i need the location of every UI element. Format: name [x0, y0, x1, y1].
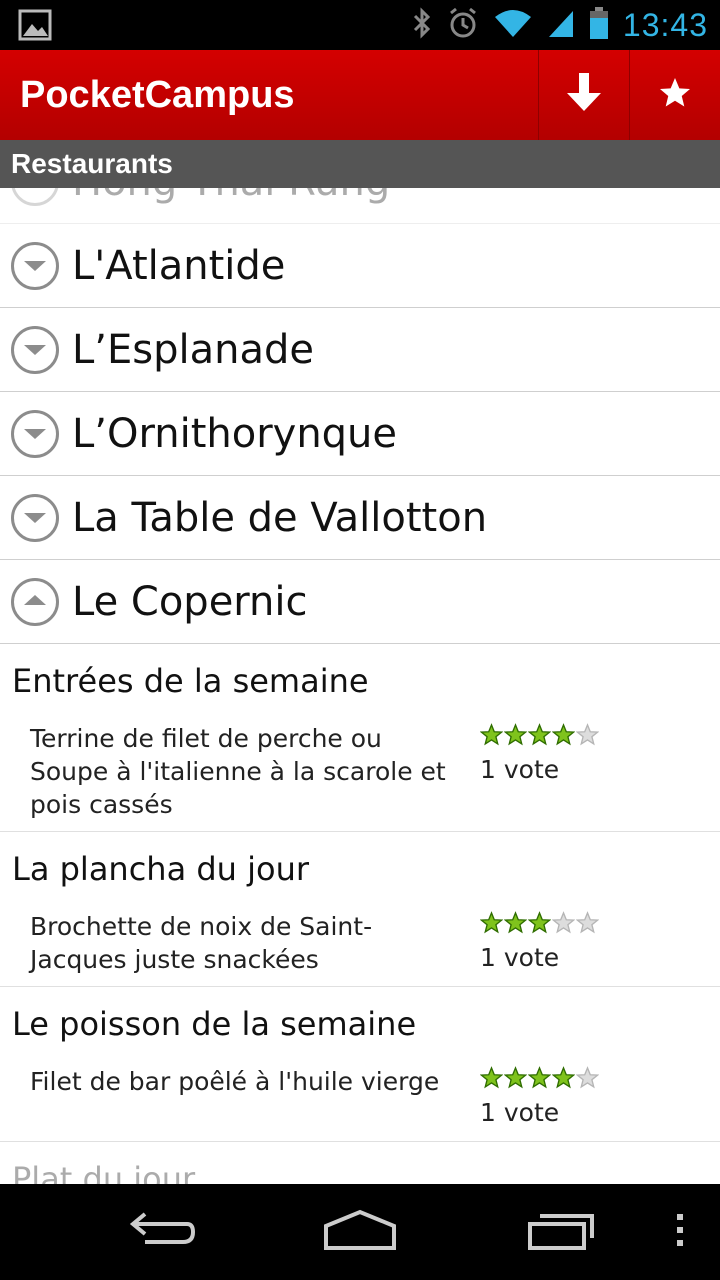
star-filled-icon [504, 1066, 527, 1089]
restaurant-name: L’Esplanade [72, 327, 314, 373]
star-filled-icon [504, 723, 527, 746]
rating-stars [480, 911, 599, 937]
dish-category: Le poisson de la semaine [12, 1005, 417, 1043]
collapse-toggle-icon [11, 578, 59, 626]
dish-category: Plat du jour [12, 1160, 196, 1184]
download-arrow-icon [564, 71, 604, 119]
dish-description: Terrine de filet de perche ou Soupe à l'… [30, 724, 446, 819]
download-button[interactable] [538, 50, 629, 140]
back-icon [125, 1210, 196, 1254]
restaurant-name: Hong Thaï Rung [72, 188, 390, 224]
restaurant-name: Le Copernic [72, 579, 308, 625]
expand-toggle-icon [11, 188, 59, 206]
picture-notification-icon [18, 9, 52, 45]
section-header: Restaurants [0, 140, 720, 188]
home-icon [322, 1208, 398, 1256]
dish-item[interactable]: Entrées de la semaine Terrine de filet d… [0, 644, 720, 832]
star-filled-icon [552, 723, 575, 746]
vote-count: 1 vote [480, 1098, 560, 1127]
star-filled-icon [504, 911, 527, 934]
star-empty-icon [576, 911, 599, 934]
star-empty-icon [552, 911, 575, 934]
star-filled-icon [480, 911, 503, 934]
restaurant-name: La Table de Vallotton [72, 495, 488, 541]
favorite-button[interactable] [629, 50, 720, 140]
restaurant-name: L’Ornithorynque [72, 411, 398, 457]
star-filled-icon [552, 1066, 575, 1089]
star-filled-icon [528, 911, 551, 934]
restaurant-row[interactable]: L’Esplanade [0, 308, 720, 392]
restaurant-row[interactable]: L’Ornithorynque [0, 392, 720, 476]
clock: 13:43 [622, 6, 708, 43]
dish-description: Brochette de noix de Saint-Jacques juste… [30, 912, 373, 974]
restaurant-row[interactable]: L'Atlantide [0, 224, 720, 308]
dish-item[interactable]: Plat du jour [0, 1142, 720, 1184]
rating-stars [480, 1066, 599, 1092]
overflow-menu-icon [675, 1212, 685, 1252]
rating-stars [480, 723, 599, 749]
dish-rating[interactable]: 1 vote [480, 723, 599, 784]
dish-category: La plancha du jour [12, 850, 310, 888]
star-empty-icon [576, 723, 599, 746]
navigation-bar [0, 1184, 720, 1280]
dish-item[interactable]: Le poisson de la semaine Filet de bar po… [0, 987, 720, 1142]
action-bar: PocketCampus [0, 50, 720, 140]
restaurant-list: Hong Thaï Rung L'Atlantide L’Esplanade L… [0, 188, 720, 1184]
expand-toggle-icon [11, 410, 59, 458]
restaurant-row[interactable]: Hong Thaï Rung [0, 188, 720, 224]
bluetooth-icon [411, 7, 433, 43]
star-filled-icon [528, 723, 551, 746]
star-empty-icon [576, 1066, 599, 1089]
battery-icon [589, 6, 609, 44]
app-title: PocketCampus [20, 74, 295, 116]
vote-count: 1 vote [480, 943, 560, 972]
signal-icon [547, 7, 575, 43]
expand-toggle-icon [11, 242, 59, 290]
dish-description: Filet de bar poêlé à l'huile vierge [30, 1067, 440, 1096]
expand-toggle-icon [11, 494, 59, 542]
status-bar: 13:43 [0, 0, 720, 50]
star-filled-icon [480, 1066, 503, 1089]
home-button[interactable] [310, 1184, 410, 1280]
vote-count: 1 vote [480, 755, 560, 784]
dish-item[interactable]: La plancha du jour Brochette de noix de … [0, 832, 720, 987]
restaurant-row[interactable]: La Table de Vallotton [0, 476, 720, 560]
star-filled-icon [528, 1066, 551, 1089]
recent-apps-button[interactable] [512, 1184, 612, 1280]
back-button[interactable] [110, 1184, 210, 1280]
alarm-icon [447, 7, 479, 43]
star-icon [657, 75, 693, 115]
dish-rating[interactable]: 1 vote [480, 911, 599, 972]
recent-apps-icon [526, 1208, 598, 1256]
restaurant-row-expanded[interactable]: Le Copernic [0, 560, 720, 644]
star-filled-icon [480, 723, 503, 746]
restaurant-name: L'Atlantide [72, 243, 286, 289]
dish-category: Entrées de la semaine [12, 662, 369, 700]
expand-toggle-icon [11, 326, 59, 374]
dish-rating[interactable]: 1 vote [480, 1066, 599, 1127]
overflow-menu-button[interactable] [660, 1184, 700, 1280]
wifi-icon [493, 7, 533, 43]
